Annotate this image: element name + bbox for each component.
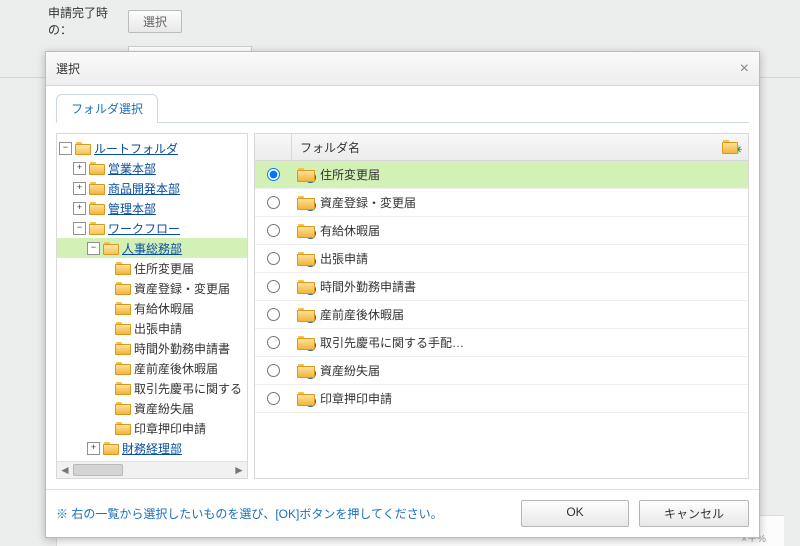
folder-icon	[89, 202, 105, 215]
list-row[interactable]: 産前産後休暇届	[255, 301, 748, 329]
tree-leaf[interactable]: 資産紛失届	[134, 400, 194, 417]
tree-leaf[interactable]: 出張申請	[134, 320, 182, 337]
folder-open-icon	[103, 242, 119, 255]
tree-leaf[interactable]: 産前産後休暇届	[134, 360, 218, 377]
shared-folder-icon	[297, 252, 315, 266]
scrollbar-thumb[interactable]	[73, 464, 123, 476]
shared-folder-icon	[297, 392, 315, 406]
list-row[interactable]: 取引先慶弔に関する手配…	[255, 329, 748, 357]
dialog-title: 選択	[56, 60, 80, 77]
folder-icon	[115, 402, 131, 415]
row-label: 時間外勤務申請書	[320, 278, 416, 295]
expander-icon[interactable]: +	[73, 162, 86, 175]
list-panel: フォルダ名 ✳ 住所変更届資産登録・変更届有給休暇届出張申請時間外勤務申請書産前…	[254, 133, 749, 479]
tree-hr-general[interactable]: 人事総務部	[122, 240, 182, 257]
list-row[interactable]: 時間外勤務申請書	[255, 273, 748, 301]
row-label: 有給休暇届	[320, 222, 380, 239]
horizontal-scrollbar[interactable]: ◄ ►	[57, 461, 247, 478]
tree-leaf[interactable]: 時間外勤務申請書	[134, 340, 230, 357]
list-row[interactable]: 資産紛失届	[255, 357, 748, 385]
tree-panel: − ルートフォルダ +営業本部 +商品開発本部 +管理本部 −ワークフロー	[56, 133, 248, 479]
folder-icon	[115, 322, 131, 335]
row-label: 資産登録・変更届	[320, 194, 416, 211]
tree-finance[interactable]: 財務経理部	[122, 440, 182, 457]
folder-open-icon	[89, 222, 105, 235]
expander-icon[interactable]: −	[73, 222, 86, 235]
scroll-left-icon[interactable]: ◄	[57, 463, 73, 477]
folder-tree[interactable]: − ルートフォルダ +営業本部 +商品開発本部 +管理本部 −ワークフロー	[57, 134, 247, 461]
new-folder-icon[interactable]: ✳	[722, 140, 740, 154]
ok-button[interactable]: OK	[521, 500, 629, 527]
row-radio[interactable]	[267, 196, 280, 209]
cancel-button[interactable]: キャンセル	[639, 500, 749, 527]
row-radio[interactable]	[267, 336, 280, 349]
tree-leaf[interactable]: 住所変更届	[134, 260, 194, 277]
folder-icon	[115, 362, 131, 375]
row-radio[interactable]	[267, 364, 280, 377]
row-radio[interactable]	[267, 168, 280, 181]
hint-text: ※ 右の一覧から選択したいものを選び、[OK]ボタンを押してください。	[56, 505, 443, 522]
row-label: 出張申請	[320, 250, 368, 267]
close-icon[interactable]: ×	[740, 61, 749, 77]
folder-list[interactable]: 住所変更届資産登録・変更届有給休暇届出張申請時間外勤務申請書産前産後休暇届取引先…	[255, 161, 748, 478]
folder-icon	[89, 162, 105, 175]
select-dialog: 選択 × フォルダ選択 − ルートフォルダ	[45, 51, 760, 538]
row-radio[interactable]	[267, 252, 280, 265]
tab-strip: フォルダ選択	[46, 86, 759, 123]
folder-open-icon	[75, 142, 91, 155]
folder-icon	[103, 442, 119, 455]
tree-management[interactable]: 管理本部	[108, 200, 156, 217]
tree-product-dev[interactable]: 商品開発本部	[108, 180, 180, 197]
tree-leaf[interactable]: 有給休暇届	[134, 300, 194, 317]
dialog-titlebar: 選択 ×	[46, 52, 759, 86]
column-folder-name[interactable]: フォルダ名	[300, 139, 360, 156]
expander-icon[interactable]: +	[73, 202, 86, 215]
tree-sales[interactable]: 営業本部	[108, 160, 156, 177]
expander-icon[interactable]: −	[59, 142, 72, 155]
tree-leaf[interactable]: 印章押印申請	[134, 420, 206, 437]
tree-leaf[interactable]: 取引先慶弔に関する	[134, 380, 242, 397]
tree-root[interactable]: ルートフォルダ	[94, 140, 178, 157]
shared-folder-icon	[297, 308, 315, 322]
row-radio[interactable]	[267, 308, 280, 321]
row-radio[interactable]	[267, 392, 280, 405]
row-label: 印章押印申請	[320, 390, 392, 407]
expander-icon[interactable]: +	[73, 182, 86, 195]
folder-icon	[115, 302, 131, 315]
scroll-right-icon[interactable]: ►	[231, 463, 247, 477]
list-row[interactable]: 有給休暇届	[255, 217, 748, 245]
expander-icon[interactable]: −	[87, 242, 100, 255]
shared-folder-icon	[297, 168, 315, 182]
list-row[interactable]: 資産登録・変更届	[255, 189, 748, 217]
folder-icon	[115, 422, 131, 435]
list-row[interactable]: 住所変更届	[255, 161, 748, 189]
row-label: 資産紛失届	[320, 362, 380, 379]
shared-folder-icon	[297, 336, 315, 350]
shared-folder-icon	[297, 224, 315, 238]
shared-folder-icon	[297, 196, 315, 210]
dialog-footer: ※ 右の一覧から選択したいものを選び、[OK]ボタンを押してください。 OK キ…	[46, 489, 759, 537]
row-label: 住所変更届	[320, 166, 380, 183]
row-label: 取引先慶弔に関する手配…	[320, 334, 464, 351]
list-row[interactable]: 出張申請	[255, 245, 748, 273]
row-radio[interactable]	[267, 224, 280, 237]
tree-workflow[interactable]: ワークフロー	[108, 220, 180, 237]
expander-icon[interactable]: +	[87, 442, 100, 455]
folder-icon	[115, 342, 131, 355]
folder-icon	[115, 382, 131, 395]
row-label: 産前産後休暇届	[320, 306, 404, 323]
folder-icon	[115, 262, 131, 275]
tree-leaf[interactable]: 資産登録・変更届	[134, 280, 230, 297]
tab-folder-select[interactable]: フォルダ選択	[56, 94, 158, 123]
list-header: フォルダ名 ✳	[255, 134, 748, 161]
shared-folder-icon	[297, 280, 315, 294]
list-row[interactable]: 印章押印申請	[255, 385, 748, 413]
shared-folder-icon	[297, 364, 315, 378]
row-radio[interactable]	[267, 280, 280, 293]
folder-icon	[89, 182, 105, 195]
folder-icon	[115, 282, 131, 295]
